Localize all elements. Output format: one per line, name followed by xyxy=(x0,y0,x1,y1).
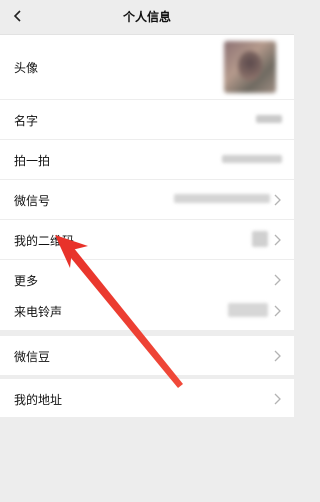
name-row[interactable]: 名字 xyxy=(0,100,294,140)
avatar-label: 头像 xyxy=(14,61,39,75)
wechat-id-value-redacted xyxy=(174,194,270,203)
ringtone-row[interactable]: 来电铃声 xyxy=(0,291,294,330)
avatar xyxy=(224,41,276,93)
more-label: 更多 xyxy=(14,274,39,288)
wechat-id-row[interactable]: 微信号 xyxy=(0,180,294,220)
chevron-right-icon xyxy=(274,305,281,316)
wechat-beans-label: 微信豆 xyxy=(14,350,51,364)
ringtone-group: 来电铃声 xyxy=(0,291,294,330)
qr-code-thumbnail-redacted xyxy=(252,231,268,247)
qr-code-row[interactable]: 我的二维码 xyxy=(0,220,294,260)
my-address-label: 我的地址 xyxy=(14,393,63,407)
wechat-id-label: 微信号 xyxy=(14,194,51,208)
qr-code-label: 我的二维码 xyxy=(14,234,75,248)
chevron-right-icon xyxy=(274,194,281,205)
wechat-beans-group: 微信豆 xyxy=(0,336,294,375)
address-group: 我的地址 xyxy=(0,379,294,418)
name-label: 名字 xyxy=(14,114,39,128)
pat-label: 拍一拍 xyxy=(14,154,51,168)
profile-info-group: 头像 名字 拍一拍 微信号 我的二维码 更多 xyxy=(0,35,294,299)
top-navigation-bar: 个人信息 xyxy=(0,0,294,35)
pat-value-redacted xyxy=(222,155,282,163)
ringtone-label: 来电铃声 xyxy=(14,305,63,319)
pat-row[interactable]: 拍一拍 xyxy=(0,140,294,180)
avatar-row[interactable]: 头像 xyxy=(0,35,294,100)
chevron-right-icon xyxy=(274,274,281,285)
ringtone-value-redacted xyxy=(228,303,268,317)
chevron-right-icon xyxy=(274,234,281,245)
empty-background xyxy=(0,417,294,502)
chevron-right-icon xyxy=(274,350,281,361)
chevron-right-icon xyxy=(274,393,281,404)
wechat-beans-row[interactable]: 微信豆 xyxy=(0,336,294,375)
my-address-row[interactable]: 我的地址 xyxy=(0,379,294,418)
page-title: 个人信息 xyxy=(122,10,171,24)
name-value-redacted xyxy=(256,115,282,123)
